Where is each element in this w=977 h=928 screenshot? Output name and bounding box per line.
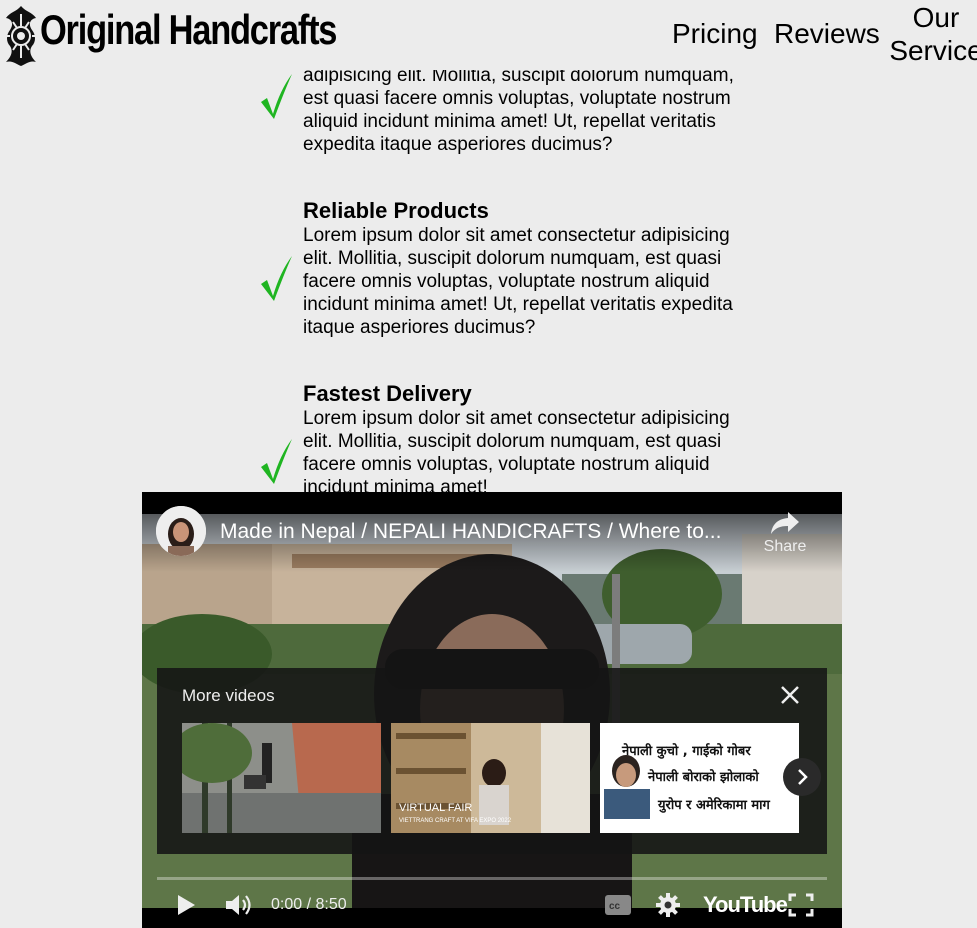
checkmark-icon xyxy=(261,439,292,484)
close-icon[interactable] xyxy=(779,684,801,706)
checkmark-icon xyxy=(261,256,292,301)
thumbnail-image: नेपाली कुचो , गाईको गोबर नेपाली बोराको झ… xyxy=(600,723,799,833)
video-thumbnail[interactable] xyxy=(182,723,381,833)
video-player[interactable]: Made in Nepal / NEPALI HANDICRAFTS / Whe… xyxy=(142,492,842,928)
feature-title: Fastest Delivery xyxy=(303,381,472,406)
progress-bar[interactable] xyxy=(157,877,827,880)
brand-name[interactable]: Original Handcrafts xyxy=(40,6,337,54)
thumbnail-text: नेपाली बोराको झोलाको xyxy=(647,769,759,785)
feature-item: Fastest Delivery Lorem ipsum dolor sit a… xyxy=(303,381,743,499)
channel-avatar[interactable] xyxy=(156,506,206,556)
more-videos-panel: More videos VIRTUAL FAIR VIETTRANG CRAFT… xyxy=(157,668,827,854)
feature-text: adipisicing elit. Mollitia, suscipit dol… xyxy=(303,65,734,155)
captions-icon[interactable]: cc xyxy=(604,894,632,916)
thumbnail-image xyxy=(182,723,381,833)
video-thumbnail[interactable]: VIRTUAL FAIR VIETTRANG CRAFT AT VIFA EXP… xyxy=(391,723,590,833)
nav-services-line-1: Our xyxy=(912,2,960,33)
feature-item: adipisicing elit. Mollitia, suscipit dol… xyxy=(303,64,743,156)
thumbnail-text: नेपाली कुचो , गाईको गोबर xyxy=(621,743,751,759)
feature-text: Lorem ipsum dolor sit amet consectetur a… xyxy=(303,225,733,338)
svg-text:cc: cc xyxy=(609,901,621,912)
video-title[interactable]: Made in Nepal / NEPALI HANDICRAFTS / Whe… xyxy=(220,520,760,544)
nav-services-line-2: Service xyxy=(889,35,977,66)
site-header: Original Handcrafts Pricing Reviews Our … xyxy=(0,0,977,70)
feature-text: Lorem ipsum dolor sit amet consectetur a… xyxy=(303,408,730,498)
more-videos-title: More videos xyxy=(182,686,275,705)
share-icon xyxy=(771,512,799,534)
chevron-right-icon xyxy=(798,769,808,785)
feature-item: Reliable Products Lorem ipsum dolor sit … xyxy=(303,198,743,339)
share-button[interactable]: Share xyxy=(760,510,810,556)
video-thumbnail[interactable]: नेपाली कुचो , गाईको गोबर नेपाली बोराको झ… xyxy=(600,723,799,833)
volume-icon[interactable] xyxy=(224,892,254,918)
share-label: Share xyxy=(763,538,807,555)
time-display: 0:00 / 8:50 xyxy=(271,896,347,913)
next-videos-button[interactable] xyxy=(783,758,821,796)
thumbnail-caption: VIRTUAL FAIR xyxy=(399,802,472,814)
play-icon[interactable] xyxy=(172,892,198,918)
thumbnail-image: VIRTUAL FAIR VIETTRANG CRAFT AT VIFA EXP… xyxy=(391,723,590,833)
checkmark-icon xyxy=(261,74,292,119)
settings-icon[interactable] xyxy=(655,892,681,918)
nav-link-services[interactable]: Our Service xyxy=(886,1,977,67)
thumbnail-caption: VIETTRANG CRAFT AT VIFA EXPO 2022 xyxy=(399,818,512,824)
nav-link-reviews[interactable]: Reviews xyxy=(774,18,880,50)
thumbnail-text: युरोप र अमेरिकामा माग xyxy=(657,797,771,813)
fullscreen-icon[interactable] xyxy=(788,893,814,917)
logo-icon[interactable] xyxy=(2,2,40,68)
feature-title: Reliable Products xyxy=(303,198,489,223)
avatar-image xyxy=(156,506,206,556)
nav-link-pricing[interactable]: Pricing xyxy=(672,18,758,50)
youtube-logo[interactable]: YouTube xyxy=(703,892,788,918)
